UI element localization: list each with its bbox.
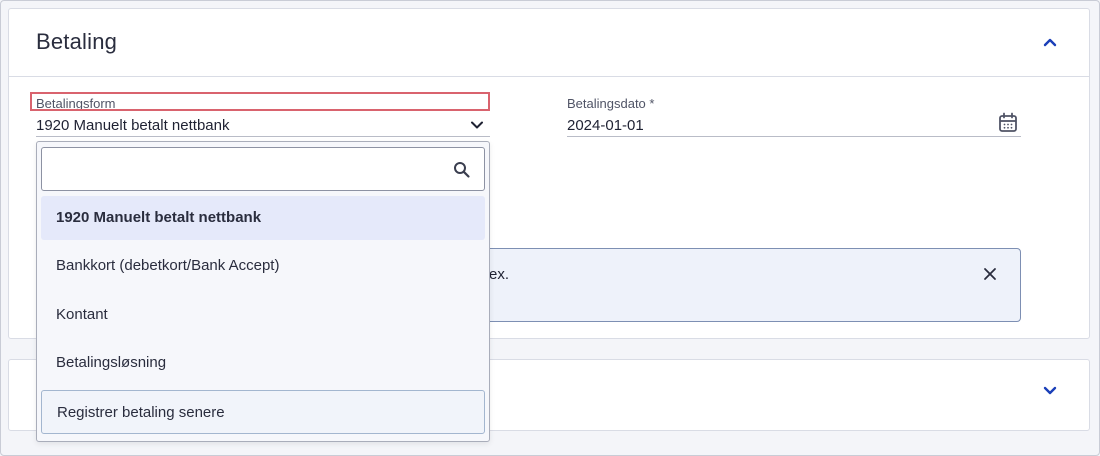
dropdown-option[interactable]: Betalingsløsning bbox=[41, 341, 485, 385]
search-icon bbox=[453, 161, 471, 179]
payment-method-select[interactable]: 1920 Manuelt betalt nettbank bbox=[36, 117, 229, 134]
dropdown-option[interactable]: Registrer betaling senere bbox=[41, 390, 485, 434]
payment-date-label: Betalingsdato * bbox=[567, 96, 655, 111]
dropdown-option-label: Kontant bbox=[56, 306, 108, 323]
dropdown-option[interactable]: Bankkort (debetkort/Bank Accept) bbox=[41, 244, 485, 288]
payment-method-dropdown: 1920 Manuelt betalt nettbank Bankkort (d… bbox=[36, 141, 490, 442]
dropdown-option[interactable]: Kontant bbox=[41, 293, 485, 337]
chevron-down-icon[interactable] bbox=[1039, 380, 1061, 402]
chevron-up-icon[interactable] bbox=[1039, 31, 1061, 53]
dropdown-search[interactable] bbox=[41, 147, 485, 191]
chevron-down-icon[interactable] bbox=[469, 117, 485, 133]
info-alert: ex. bbox=[470, 248, 1021, 322]
dropdown-option-label: 1920 Manuelt betalt nettbank bbox=[56, 209, 262, 226]
dropdown-search-input[interactable] bbox=[52, 156, 446, 184]
dropdown-option[interactable]: 1920 Manuelt betalt nettbank bbox=[41, 196, 485, 240]
close-icon[interactable] bbox=[982, 266, 998, 282]
dropdown-option-label: Bankkort (debetkort/Bank Accept) bbox=[56, 257, 280, 274]
payment-method-underline bbox=[36, 136, 490, 137]
info-alert-text: ex. bbox=[489, 266, 510, 283]
payment-date-underline bbox=[567, 136, 1021, 137]
payment-section-header[interactable]: Betaling bbox=[9, 9, 1089, 77]
payment-date-input[interactable]: 2024-01-01 bbox=[567, 117, 644, 134]
calendar-icon[interactable] bbox=[998, 112, 1018, 134]
dropdown-option-label: Betalingsløsning bbox=[56, 354, 167, 371]
dropdown-option-label: Registrer betaling senere bbox=[57, 404, 225, 421]
payment-method-label: Betalingsform bbox=[36, 96, 116, 111]
section-title: Betaling bbox=[36, 29, 118, 54]
